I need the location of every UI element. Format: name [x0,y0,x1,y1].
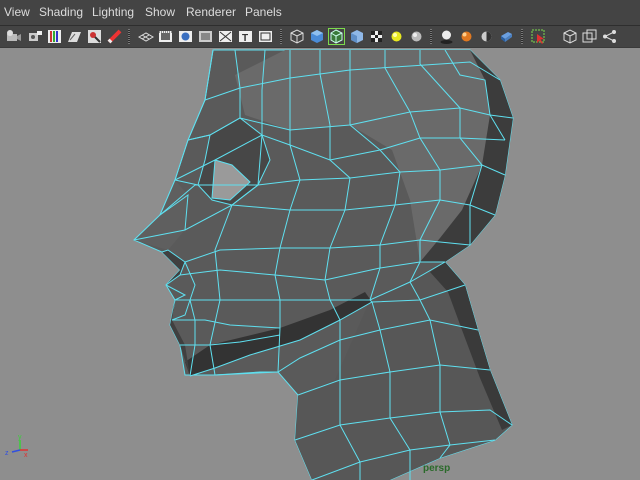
depth-of-field-icon[interactable] [478,28,495,45]
camera-name-label: persp [423,463,451,474]
menu-renderer[interactable]: Renderer [186,5,236,19]
view-axis-indicator: y x z [0,428,30,458]
panel-toolbar: T [0,26,640,48]
camera-attributes-icon[interactable] [26,28,43,45]
toolbar-separator [521,29,523,44]
safe-action-icon[interactable]: T [237,28,254,45]
2d-pan-zoom-icon[interactable] [86,28,103,45]
xray-icon[interactable] [561,28,578,45]
menu-lighting[interactable]: Lighting [92,5,134,19]
grease-pencil-icon[interactable] [106,28,123,45]
select-camera-icon[interactable] [5,28,22,45]
head-mesh-wireframe[interactable] [0,48,640,480]
film-gate-icon[interactable] [157,28,174,45]
gate-mask-icon[interactable] [197,28,214,45]
viewport-menubar: View Shading Lighting Show Renderer Pane… [0,0,640,26]
axis-y-label: y [18,434,22,441]
bookmark-icon[interactable] [46,28,63,45]
wireframe-icon[interactable] [288,28,305,45]
toolbar-separator [128,29,130,44]
use-all-lights-icon[interactable] [388,28,405,45]
menu-shading[interactable]: Shading [39,5,83,19]
hardware-texturing-icon[interactable] [498,28,515,45]
isolate-select-icon[interactable] [530,28,547,45]
toolbar-separator [430,29,432,44]
toolbar-separator [280,29,282,44]
axis-x-label: x [24,452,28,458]
textured-icon[interactable] [368,28,385,45]
xray-active-components-icon[interactable] [581,28,598,45]
svg-text:T: T [242,33,248,44]
default-lighting-icon[interactable] [408,28,425,45]
perspective-viewport[interactable]: y x z persp [0,48,640,480]
menu-panels[interactable]: Panels [245,5,282,19]
flat-shade-icon[interactable] [348,28,365,45]
menu-view[interactable]: View [4,5,30,19]
field-chart-icon[interactable] [217,28,234,45]
wireframe-on-shaded-icon[interactable] [328,28,345,45]
resolution-gate-icon[interactable] [177,28,194,45]
screen-space-ao-icon[interactable] [458,28,475,45]
smooth-shade-icon[interactable] [308,28,325,45]
menu-show[interactable]: Show [145,5,175,19]
safe-title-icon[interactable] [257,28,274,45]
shadows-icon[interactable] [438,28,455,45]
axis-z-label: z [5,450,9,457]
image-plane-icon[interactable] [66,28,83,45]
xray-joints-icon[interactable] [601,28,618,45]
grid-icon[interactable] [137,28,155,45]
